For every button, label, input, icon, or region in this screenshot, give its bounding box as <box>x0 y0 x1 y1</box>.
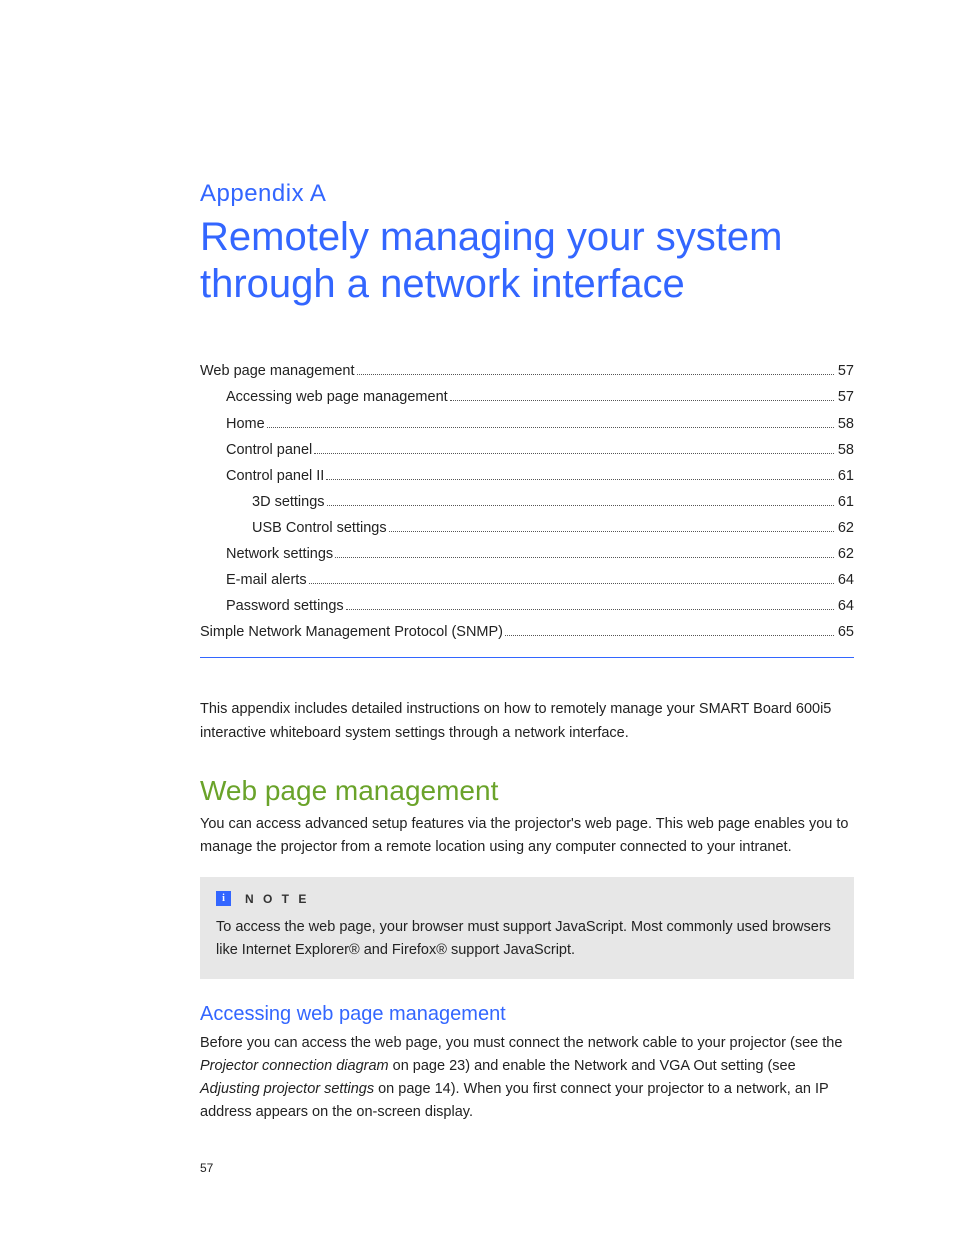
toc-entry-page: 65 <box>838 619 854 645</box>
toc-entry-page: 64 <box>838 593 854 619</box>
note-text: To access the web page, your browser mus… <box>216 916 838 962</box>
toc-entry-label: 3D settings <box>252 489 325 515</box>
toc-leader-dots <box>389 531 834 532</box>
toc-entry-page: 57 <box>838 384 854 410</box>
toc-entry-label: Control panel <box>226 437 312 463</box>
toc-entry[interactable]: Web page management 57 <box>200 358 854 384</box>
body-text-span: Before you can access the web page, you … <box>200 1035 842 1051</box>
info-icon: i <box>216 891 231 906</box>
toc-leader-dots <box>357 374 834 375</box>
toc-entry-label: E-mail alerts <box>226 567 307 593</box>
table-of-contents: Web page management 57Accessing web page… <box>200 358 854 645</box>
intro-paragraph: This appendix includes detailed instruct… <box>200 698 854 744</box>
section-paragraph: You can access advanced setup features v… <box>200 813 854 859</box>
toc-entry[interactable]: Control panel 58 <box>200 437 854 463</box>
toc-entry[interactable]: Control panel II 61 <box>200 463 854 489</box>
toc-entry[interactable]: 3D settings 61 <box>200 489 854 515</box>
toc-leader-dots <box>505 635 834 636</box>
toc-entry[interactable]: Simple Network Management Protocol (SNMP… <box>200 619 854 645</box>
toc-entry-page: 61 <box>838 489 854 515</box>
section-heading: Web page management <box>200 775 854 807</box>
toc-divider <box>200 657 854 658</box>
toc-leader-dots <box>309 583 834 584</box>
note-header: i N O T E <box>216 891 838 906</box>
toc-entry[interactable]: Accessing web page management 57 <box>200 384 854 410</box>
appendix-label: Appendix A <box>200 180 854 208</box>
toc-entry-label: Web page management <box>200 358 355 384</box>
note-label: N O T E <box>245 892 309 906</box>
toc-entry-label: Password settings <box>226 593 344 619</box>
toc-leader-dots <box>327 505 834 506</box>
toc-entry-page: 61 <box>838 463 854 489</box>
appendix-title: Remotely managing your system through a … <box>200 214 854 308</box>
toc-entry-page: 62 <box>838 541 854 567</box>
toc-entry-page: 64 <box>838 567 854 593</box>
toc-entry[interactable]: Password settings 64 <box>200 593 854 619</box>
document-page: Appendix A Remotely managing your system… <box>0 0 954 1235</box>
page-number: 57 <box>200 1161 213 1175</box>
body-text-span: on page 23) and enable the Network and V… <box>389 1058 796 1074</box>
toc-entry-page: 62 <box>838 515 854 541</box>
toc-entry-page: 58 <box>838 411 854 437</box>
toc-leader-dots <box>267 427 834 428</box>
toc-entry[interactable]: Network settings 62 <box>200 541 854 567</box>
toc-entry-label: Control panel II <box>226 463 324 489</box>
toc-entry-label: Simple Network Management Protocol (SNMP… <box>200 619 503 645</box>
cross-reference-link[interactable]: Adjusting projector settings <box>200 1081 374 1097</box>
toc-entry-label: Accessing web page management <box>226 384 448 410</box>
toc-entry-label: USB Control settings <box>252 515 387 541</box>
toc-entry[interactable]: E-mail alerts 64 <box>200 567 854 593</box>
toc-entry-page: 58 <box>838 437 854 463</box>
toc-leader-dots <box>314 453 834 454</box>
toc-entry[interactable]: USB Control settings 62 <box>200 515 854 541</box>
toc-leader-dots <box>335 557 834 558</box>
toc-entry[interactable]: Home 58 <box>200 411 854 437</box>
toc-leader-dots <box>450 400 834 401</box>
note-box: i N O T E To access the web page, your b… <box>200 877 854 978</box>
toc-leader-dots <box>346 609 834 610</box>
subsection-heading: Accessing web page management <box>200 1003 854 1026</box>
toc-entry-label: Home <box>226 411 265 437</box>
subsection-paragraph: Before you can access the web page, you … <box>200 1032 854 1125</box>
toc-entry-label: Network settings <box>226 541 333 567</box>
toc-leader-dots <box>326 479 834 480</box>
toc-entry-page: 57 <box>838 358 854 384</box>
cross-reference-link[interactable]: Projector connection diagram <box>200 1058 389 1074</box>
